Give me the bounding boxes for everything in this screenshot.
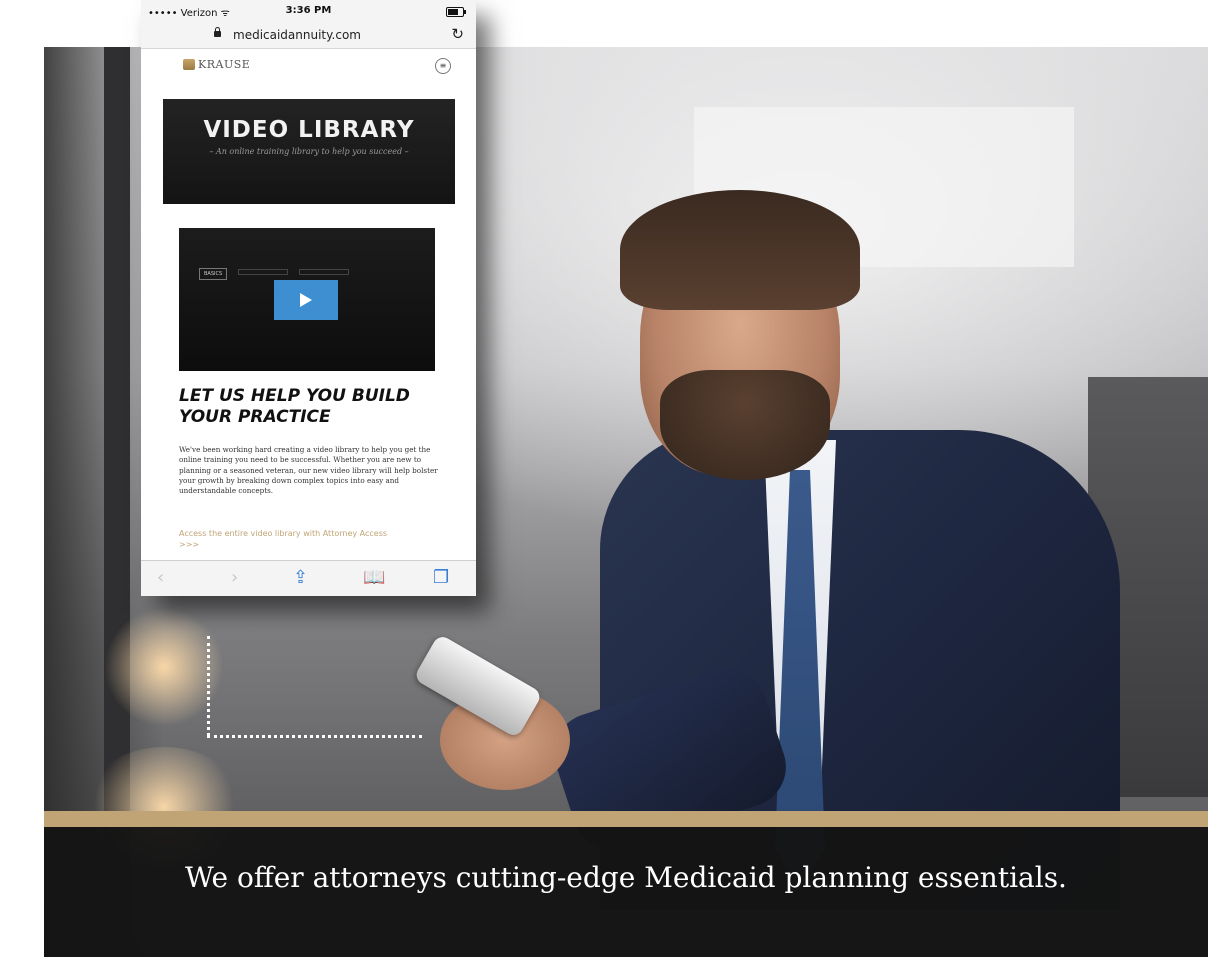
tabs-icon[interactable]: ❐ (433, 567, 449, 588)
status-time: 3:36 PM (285, 5, 332, 16)
url-text[interactable]: medicaidannuity.com (233, 28, 361, 42)
battery-icon (446, 7, 466, 17)
attorney-access-link[interactable]: Access the entire video library with Att… (179, 528, 399, 550)
video-tab (238, 269, 289, 275)
site-header: KRAUSE ≡ (141, 49, 476, 79)
man-hair (620, 190, 860, 310)
forward-icon[interactable]: › (231, 567, 238, 588)
browser-address-bar[interactable]: medicaidannuity.com ↻ (141, 22, 476, 49)
video-tabs: BASICS (199, 260, 419, 280)
bookmarks-icon[interactable]: 📖 (363, 567, 385, 588)
status-bar: ••••• Verizon ᯤ 3:36 PM (141, 0, 476, 22)
krause-logo-icon (183, 59, 195, 70)
video-player[interactable]: BASICS (179, 228, 435, 371)
browser-toolbar: ‹ › ⇪ 📖 ❐ (141, 560, 476, 596)
lock-icon (214, 27, 221, 37)
dotted-connector-horizontal (207, 735, 422, 738)
hero-subtitle: – An online training library to help you… (209, 147, 409, 156)
back-icon[interactable]: ‹ (157, 567, 164, 588)
gold-accent-bar (44, 811, 1208, 827)
video-library-hero: VIDEO LIBRARY – An online training libra… (163, 99, 455, 204)
menu-icon[interactable]: ≡ (435, 58, 451, 74)
share-icon[interactable]: ⇪ (293, 567, 308, 588)
reload-icon[interactable]: ↻ (451, 25, 464, 43)
video-tab (299, 269, 350, 275)
tagline-text: We offer attorneys cutting-edge Medicaid… (185, 861, 1067, 894)
video-tab: BASICS (199, 268, 228, 280)
hero-title: VIDEO LIBRARY (203, 117, 415, 143)
section-body: We've been working hard creating a video… (179, 445, 438, 496)
section-heading: LET US HELP YOU BUILD YOUR PRACTICE (179, 386, 410, 427)
phone-screenshot: ••••• Verizon ᯤ 3:36 PM medicaidannuity.… (141, 0, 476, 596)
man-beard (660, 370, 830, 480)
lamp-glow (104, 607, 224, 727)
play-button-icon[interactable] (274, 280, 338, 320)
site-logo[interactable]: KRAUSE (198, 58, 250, 71)
tagline-banner: We offer attorneys cutting-edge Medicaid… (44, 827, 1208, 957)
dotted-connector-vertical (207, 636, 210, 736)
